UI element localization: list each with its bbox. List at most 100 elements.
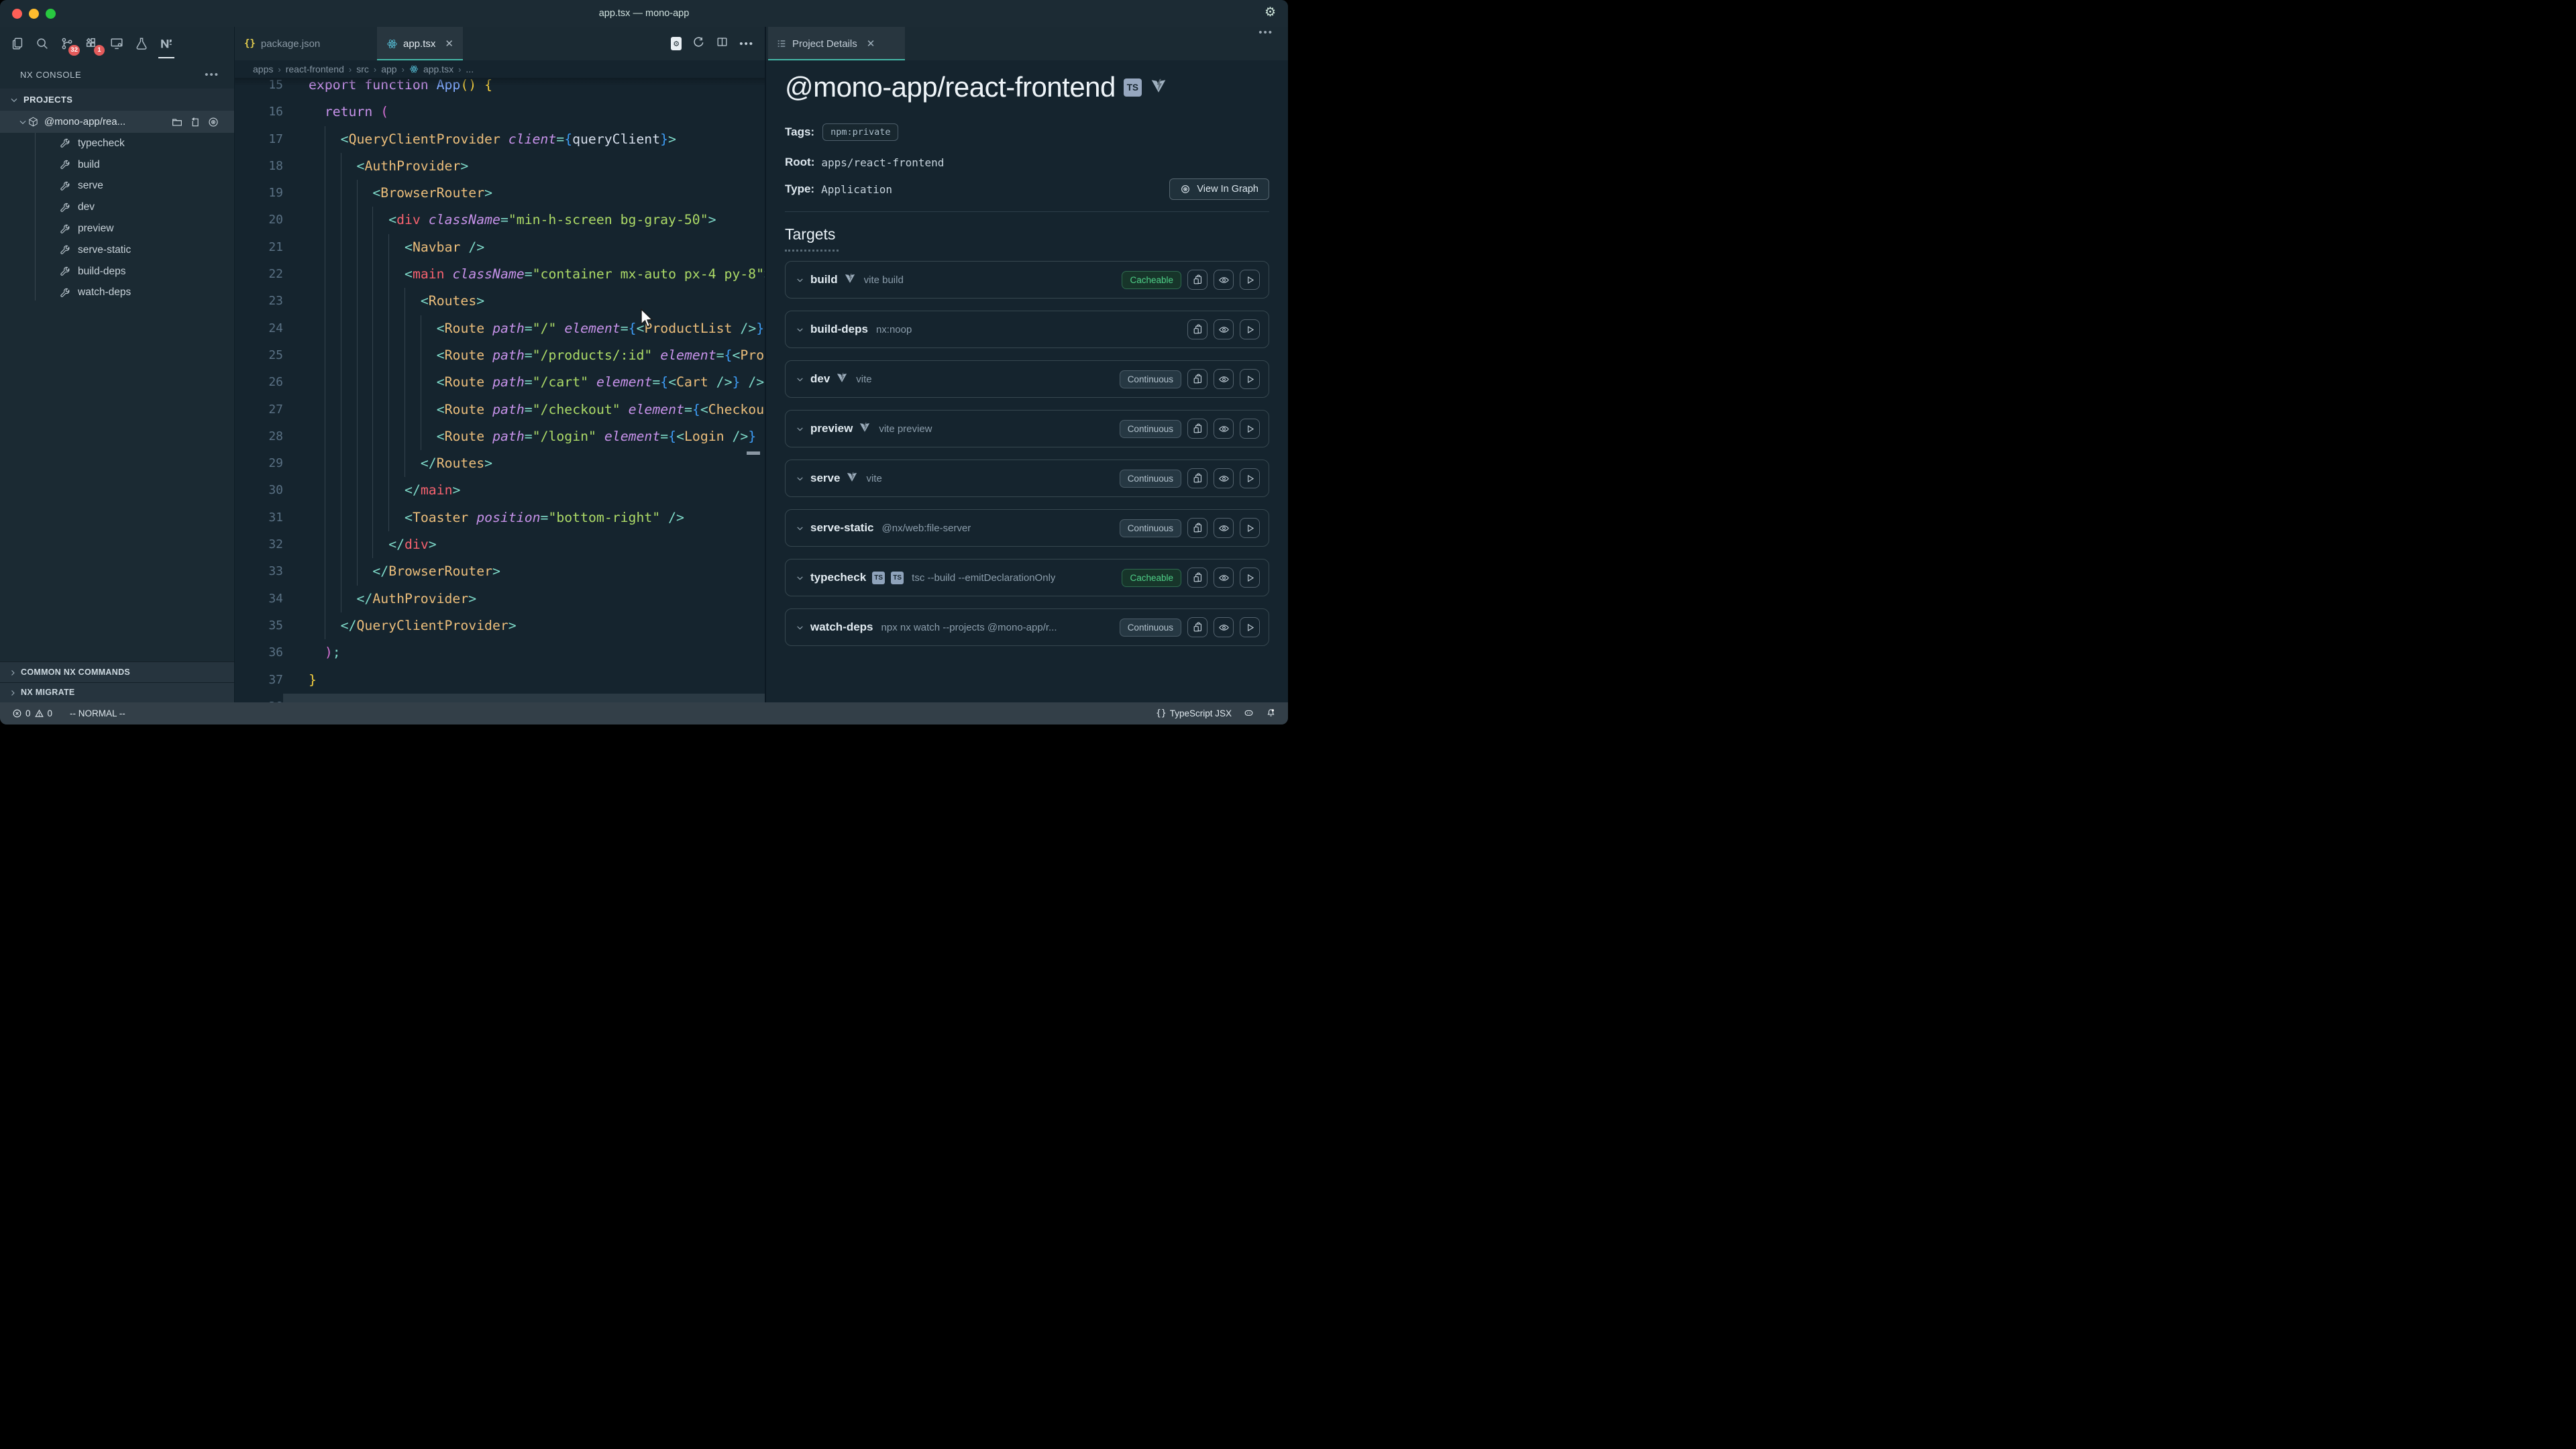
code-line-16: 16return ( bbox=[235, 99, 765, 125]
vite-icon bbox=[1150, 77, 1167, 98]
breadcrumb[interactable]: apps›react-frontend›src›app›app.tsx›... bbox=[235, 60, 765, 78]
code-line-37: 37} bbox=[235, 667, 765, 694]
title-bar: app.tsx — mono-app ⚙ bbox=[0, 0, 1288, 27]
code-line-15: 15export function App() { bbox=[235, 78, 765, 99]
sidebar-section-nx-migrate[interactable]: NX MIGRATE bbox=[0, 682, 234, 703]
code-line-20: 20<div className="min-h-screen bg-gray-5… bbox=[235, 207, 765, 233]
zoom-window-button[interactable] bbox=[46, 9, 56, 19]
target-card-serve[interactable]: serveviteContinuous bbox=[785, 460, 1269, 497]
focus-project-icon[interactable] bbox=[207, 116, 219, 128]
split-editor-icon[interactable] bbox=[716, 36, 729, 52]
view-task-button[interactable] bbox=[1214, 419, 1234, 439]
breadcrumb-separator: › bbox=[349, 64, 352, 74]
testing-icon[interactable] bbox=[133, 36, 150, 52]
extensions-icon[interactable]: 1 bbox=[83, 36, 100, 52]
more-actions-icon[interactable]: ••• bbox=[739, 38, 754, 50]
search-icon[interactable] bbox=[34, 36, 50, 52]
project-tree-item[interactable]: @mono-app/rea... bbox=[0, 111, 234, 133]
window-title: app.tsx — mono-app bbox=[0, 8, 1288, 19]
badge-continuous: Continuous bbox=[1120, 370, 1181, 388]
remote-explorer-icon[interactable] bbox=[108, 36, 125, 52]
projects-section-header[interactable]: PROJECTS bbox=[0, 89, 234, 111]
target-card-build-deps[interactable]: build-depsnx:noop bbox=[785, 311, 1269, 348]
mouse-cursor bbox=[640, 309, 655, 329]
view-task-button[interactable] bbox=[1214, 617, 1234, 637]
copy-task-button[interactable] bbox=[1187, 568, 1208, 588]
tab-project-details[interactable]: Project Details ✕ bbox=[768, 27, 905, 60]
problems-indicator[interactable]: 0 0 bbox=[12, 708, 52, 718]
tab-app.tsx[interactable]: app.tsx✕ bbox=[377, 27, 463, 60]
view-task-button[interactable] bbox=[1214, 319, 1234, 339]
close-icon[interactable]: ✕ bbox=[867, 38, 875, 50]
target-card-serve-static[interactable]: serve-static@nx/web:file-serverContinuou… bbox=[785, 509, 1269, 547]
chevron-down-icon bbox=[796, 276, 804, 284]
run-task-button[interactable] bbox=[1240, 319, 1260, 339]
copy-task-button[interactable] bbox=[1187, 419, 1208, 439]
view-task-button[interactable] bbox=[1214, 369, 1234, 389]
run-task-button[interactable] bbox=[1240, 419, 1260, 439]
run-task-button[interactable] bbox=[1240, 369, 1260, 389]
run-task-button[interactable] bbox=[1240, 568, 1260, 588]
typescript-badge-icon: TS bbox=[1124, 78, 1142, 97]
notifications-bell-icon[interactable] bbox=[1266, 708, 1276, 720]
breadcrumb-item[interactable]: ... bbox=[466, 64, 474, 74]
vim-mode-indicator[interactable]: -- NORMAL -- bbox=[70, 708, 125, 718]
view-task-button[interactable] bbox=[1214, 568, 1234, 588]
copilot-icon[interactable] bbox=[1244, 708, 1254, 720]
sidebar-section-common-nx-commands[interactable]: COMMON NX COMMANDS bbox=[0, 661, 234, 682]
run-task-button[interactable] bbox=[1240, 468, 1260, 488]
copy-task-button[interactable] bbox=[1187, 270, 1208, 290]
open-project-details-icon[interactable]: ⚙ bbox=[671, 37, 682, 50]
react-icon bbox=[386, 38, 398, 50]
copy-task-button[interactable] bbox=[1187, 468, 1208, 488]
vite-icon bbox=[844, 272, 856, 288]
target-card-preview[interactable]: previewvite previewContinuous bbox=[785, 410, 1269, 447]
edit-project-config-icon[interactable] bbox=[189, 116, 201, 128]
react-icon bbox=[409, 64, 419, 74]
breadcrumb-item[interactable]: apps bbox=[253, 64, 273, 74]
run-task-button[interactable] bbox=[1240, 518, 1260, 538]
target-card-typecheck[interactable]: typecheckTSTStsc --build --emitDeclarati… bbox=[785, 559, 1269, 596]
tab-package.json[interactable]: {}package.json bbox=[235, 27, 377, 60]
copy-task-button[interactable] bbox=[1187, 319, 1208, 339]
target-card-dev[interactable]: devviteContinuous bbox=[785, 360, 1269, 398]
panel-more-icon[interactable]: ••• bbox=[1258, 27, 1288, 60]
code-line-27: 27<Route path="/checkout" element={<Chec… bbox=[235, 396, 765, 423]
breadcrumb-item[interactable]: src bbox=[356, 64, 369, 74]
code-line-21: 21<Navbar /> bbox=[235, 234, 765, 261]
code-editor[interactable]: 15export function App() {16return (17<Qu… bbox=[235, 78, 765, 702]
view-task-button[interactable] bbox=[1214, 270, 1234, 290]
explorer-icon[interactable] bbox=[9, 36, 25, 52]
breadcrumb-item[interactable]: app bbox=[381, 64, 396, 74]
minimize-window-button[interactable] bbox=[29, 9, 39, 19]
nx-console-icon[interactable] bbox=[158, 36, 174, 52]
copy-task-button[interactable] bbox=[1187, 518, 1208, 538]
source-control-icon[interactable]: 32 bbox=[58, 36, 75, 52]
settings-gear-icon[interactable]: ⚙ bbox=[1265, 5, 1276, 20]
open-folder-icon[interactable] bbox=[171, 116, 183, 128]
sidebar-more-icon[interactable]: ••• bbox=[205, 69, 219, 80]
copy-task-button[interactable] bbox=[1187, 369, 1208, 389]
breadcrumb-separator: › bbox=[402, 64, 405, 74]
refresh-icon[interactable] bbox=[692, 36, 705, 52]
target-name: build-deps bbox=[810, 323, 868, 336]
language-mode-indicator[interactable]: {} TypeScript JSX bbox=[1156, 708, 1232, 718]
breadcrumb-item[interactable]: react-frontend bbox=[286, 64, 344, 74]
breadcrumb-item[interactable]: app.tsx bbox=[423, 64, 453, 74]
target-name: preview bbox=[810, 422, 853, 435]
view-task-button[interactable] bbox=[1214, 468, 1234, 488]
badge-continuous: Continuous bbox=[1120, 519, 1181, 537]
close-window-button[interactable] bbox=[12, 9, 22, 19]
status-bar: 0 0 -- NORMAL -- {} TypeScript JSX bbox=[0, 702, 1288, 724]
copy-task-button[interactable] bbox=[1187, 617, 1208, 637]
target-card-watch-deps[interactable]: watch-depsnpx nx watch --projects @mono-… bbox=[785, 608, 1269, 646]
sidebar-header: NX CONSOLE ••• bbox=[0, 60, 234, 89]
breadcrumb-separator: › bbox=[374, 64, 376, 74]
run-task-button[interactable] bbox=[1240, 270, 1260, 290]
code-line-17: 17<QueryClientProvider client={queryClie… bbox=[235, 126, 765, 153]
view-in-graph-button[interactable]: View In Graph bbox=[1169, 178, 1269, 200]
run-task-button[interactable] bbox=[1240, 617, 1260, 637]
view-task-button[interactable] bbox=[1214, 518, 1234, 538]
target-card-build[interactable]: buildvite buildCacheable bbox=[785, 261, 1269, 299]
close-tab-icon[interactable]: ✕ bbox=[445, 38, 453, 50]
